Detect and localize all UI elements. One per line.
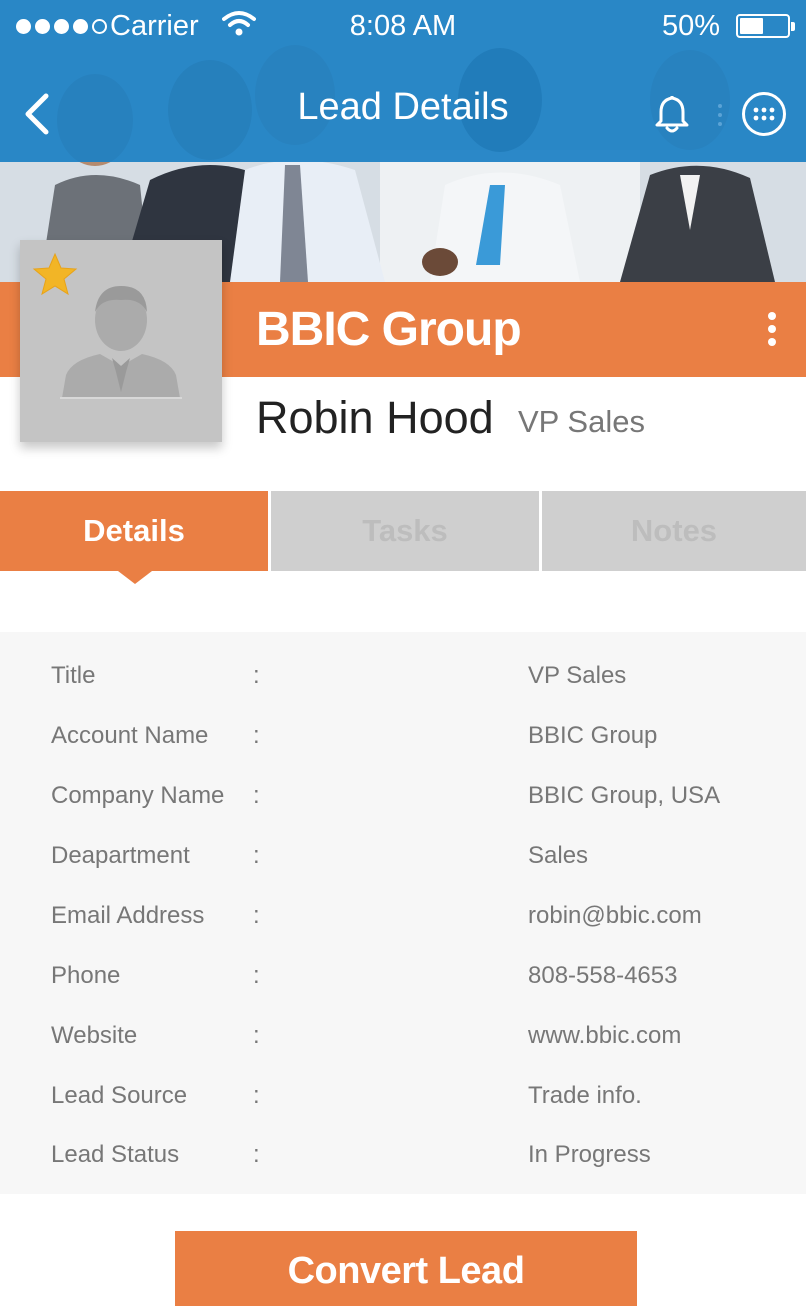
detail-separator: : (253, 1022, 260, 1049)
detail-row-lead-status: Lead Status : In Progress (0, 1137, 806, 1177)
company-name: BBIC Group (256, 303, 522, 356)
detail-row-company-name: Company Name : BBIC Group, USA (0, 778, 806, 818)
detail-value: Sales (528, 842, 589, 869)
battery-level (740, 18, 763, 34)
detail-label: Company Name (51, 782, 225, 809)
person-placeholder-icon (60, 286, 182, 399)
detail-label: Lead Status (51, 1141, 180, 1168)
detail-value: Trade info. (528, 1082, 642, 1109)
tab-details[interactable]: Details (0, 491, 268, 571)
tab-notes[interactable]: Notes (542, 491, 806, 571)
detail-value: VP Sales (528, 662, 627, 689)
battery-icon (736, 14, 795, 38)
apps-grid-icon (753, 107, 775, 121)
website-link[interactable]: www.bbic.com (528, 1022, 681, 1050)
detail-row-account-name: Account Name : BBIC Group (0, 718, 806, 758)
navigation-bar: Carrier 8:08 AM 50% Lead Details (0, 0, 806, 162)
phone-link[interactable]: 808-558-4653 (528, 962, 677, 990)
detail-value: In Progress (528, 1141, 651, 1168)
detail-separator: : (253, 1082, 260, 1109)
detail-separator: : (253, 782, 260, 809)
tab-bar: Details Tasks Notes (0, 491, 806, 584)
battery-percentage: 50% (662, 10, 721, 42)
detail-row-phone: Phone : 808-558-4653 (0, 958, 806, 998)
detail-row-department: Deapartment : Sales (0, 838, 806, 878)
detail-label: Title (51, 662, 96, 689)
detail-separator: : (253, 902, 260, 929)
detail-separator: : (253, 1141, 260, 1168)
detail-row-title: Title : VP Sales (0, 658, 806, 698)
divider-dots-icon (718, 104, 722, 126)
status-bar: Carrier 8:08 AM 50% (0, 0, 806, 54)
detail-separator: : (253, 962, 260, 989)
detail-label: Email Address (51, 902, 205, 929)
detail-row-website: Website : www.bbic.com (0, 1018, 806, 1058)
detail-separator: : (253, 722, 260, 749)
detail-row-lead-source: Lead Source : Trade info. (0, 1078, 806, 1118)
detail-label: Deapartment (51, 842, 190, 869)
detail-row-email: Email Address : robin@bbic.com (0, 898, 806, 938)
detail-value: BBIC Group (528, 722, 658, 749)
active-tab-indicator (118, 571, 152, 584)
detail-label: Lead Source (51, 1082, 188, 1109)
convert-lead-button[interactable]: Convert Lead (175, 1231, 637, 1306)
bell-icon[interactable] (652, 92, 692, 134)
favorite-star-icon[interactable] (32, 252, 78, 296)
more-options-icon[interactable] (766, 312, 778, 352)
detail-value: BBIC Group, USA (528, 782, 721, 809)
lead-name: Robin Hood (256, 392, 494, 443)
email-link[interactable]: robin@bbic.com (528, 902, 702, 930)
detail-label: Phone (51, 962, 121, 989)
detail-separator: : (253, 842, 260, 869)
avatar[interactable] (20, 240, 222, 442)
detail-separator: : (253, 662, 260, 689)
lead-details-list: Title : VP Sales Account Name : BBIC Gro… (0, 632, 806, 1194)
lead-job-title: VP Sales (518, 404, 645, 439)
detail-label: Website (51, 1022, 138, 1049)
tab-tasks[interactable]: Tasks (271, 491, 539, 571)
detail-label: Account Name (51, 722, 209, 749)
apps-menu-button[interactable] (742, 92, 786, 136)
